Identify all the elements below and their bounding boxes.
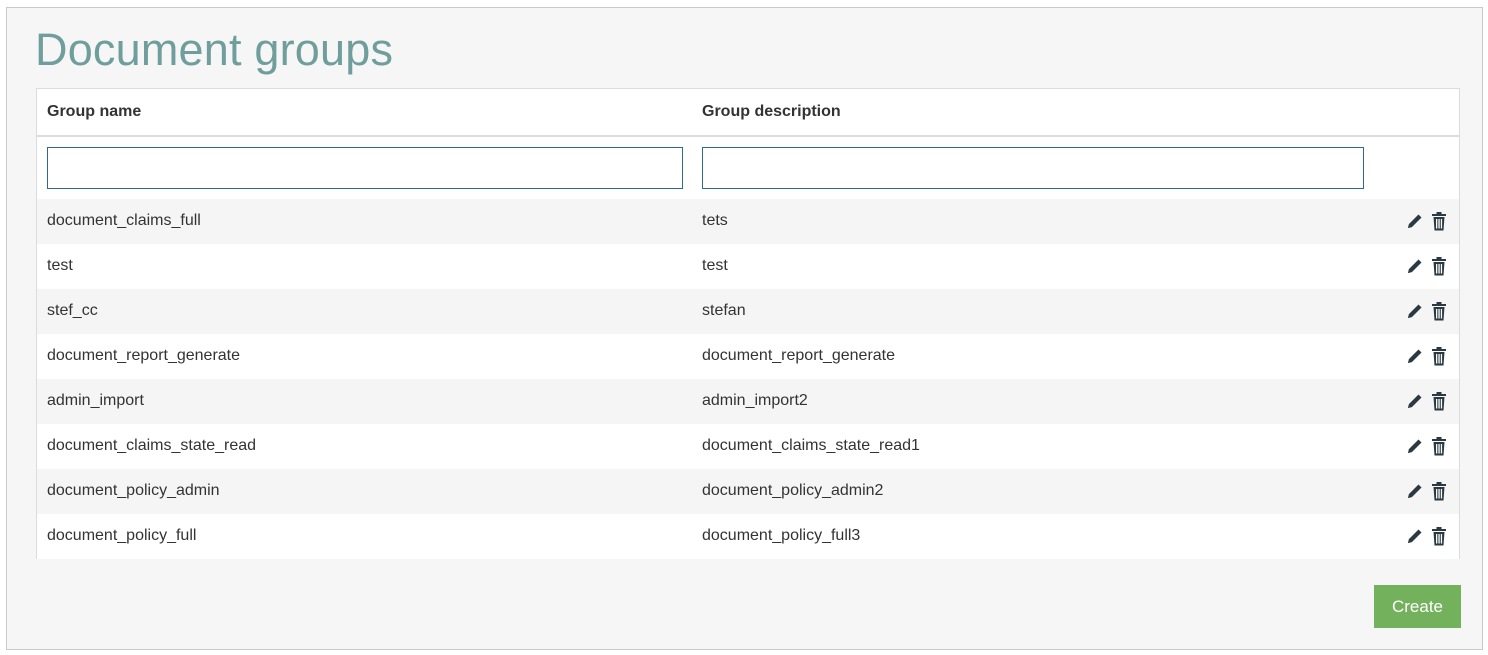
row-actions bbox=[1405, 210, 1449, 232]
group-description-cell: stefan bbox=[702, 302, 746, 319]
trash-icon[interactable] bbox=[1429, 210, 1449, 232]
group-description-cell: document_policy_full3 bbox=[702, 527, 861, 544]
group-name-cell: test bbox=[47, 257, 73, 274]
table-body: document_claims_full tets test test stef_cc s… bbox=[37, 199, 1459, 559]
trash-icon[interactable] bbox=[1429, 255, 1449, 277]
pencil-icon[interactable] bbox=[1405, 525, 1425, 547]
pencil-icon[interactable] bbox=[1405, 300, 1425, 322]
group-name-cell: document_claims_state_read bbox=[47, 437, 257, 454]
trash-icon[interactable] bbox=[1429, 480, 1449, 502]
row-actions bbox=[1405, 435, 1449, 457]
row-actions bbox=[1405, 390, 1449, 412]
trash-icon[interactable] bbox=[1429, 345, 1449, 367]
table-header-row: Group name Group description bbox=[37, 89, 1459, 137]
group-description-cell: test bbox=[702, 257, 728, 274]
table-row[interactable]: document_claims_full tets bbox=[37, 199, 1459, 244]
group-description-cell: tets bbox=[702, 212, 728, 229]
pencil-icon[interactable] bbox=[1405, 480, 1425, 502]
group-description-cell: document_policy_admin2 bbox=[702, 482, 884, 499]
table-row[interactable]: document_policy_full document_policy_full… bbox=[37, 514, 1459, 559]
table-row[interactable]: test test bbox=[37, 244, 1459, 289]
group-description-cell: document_report_generate bbox=[702, 347, 896, 364]
row-actions bbox=[1405, 255, 1449, 277]
row-actions bbox=[1405, 300, 1449, 322]
table-row[interactable]: document_claims_state_read document_claim… bbox=[37, 424, 1459, 469]
trash-icon[interactable] bbox=[1429, 525, 1449, 547]
group-description-cell: admin_import2 bbox=[702, 392, 808, 409]
pencil-icon[interactable] bbox=[1405, 390, 1425, 412]
document-groups-panel: Document groups Group name Group descrip… bbox=[6, 7, 1483, 650]
group-name-cell: admin_import bbox=[47, 392, 144, 409]
pencil-icon[interactable] bbox=[1405, 210, 1425, 232]
trash-icon[interactable] bbox=[1429, 300, 1449, 322]
group-description-cell: document_claims_state_read1 bbox=[702, 437, 920, 454]
table-row[interactable]: stef_cc stefan bbox=[37, 289, 1459, 334]
table-row[interactable]: document_policy_admin document_policy_adm… bbox=[37, 469, 1459, 514]
row-actions bbox=[1405, 525, 1449, 547]
filter-row bbox=[37, 137, 1459, 199]
column-header-group-name[interactable]: Group name bbox=[47, 103, 141, 121]
row-actions bbox=[1405, 345, 1449, 367]
group-name-cell: document_claims_full bbox=[47, 212, 201, 229]
row-actions bbox=[1405, 480, 1449, 502]
pencil-icon[interactable] bbox=[1405, 345, 1425, 367]
column-header-group-description[interactable]: Group description bbox=[702, 103, 841, 121]
document-groups-table: Group name Group description document_cl… bbox=[36, 88, 1460, 559]
trash-icon[interactable] bbox=[1429, 390, 1449, 412]
pencil-icon[interactable] bbox=[1405, 435, 1425, 457]
table-row[interactable]: document_report_generate document_report_… bbox=[37, 334, 1459, 379]
group-name-cell: document_policy_full bbox=[47, 527, 197, 544]
create-button[interactable]: Create bbox=[1374, 585, 1461, 628]
page-title: Document groups bbox=[35, 24, 394, 75]
group-name-cell: stef_cc bbox=[47, 302, 98, 319]
group-name-cell: document_report_generate bbox=[47, 347, 241, 364]
table-row[interactable]: admin_import admin_import2 bbox=[37, 379, 1459, 424]
group-name-filter-input[interactable] bbox=[47, 147, 683, 189]
pencil-icon[interactable] bbox=[1405, 255, 1425, 277]
trash-icon[interactable] bbox=[1429, 435, 1449, 457]
group-name-cell: document_policy_admin bbox=[47, 482, 220, 499]
group-description-filter-input[interactable] bbox=[702, 147, 1364, 189]
